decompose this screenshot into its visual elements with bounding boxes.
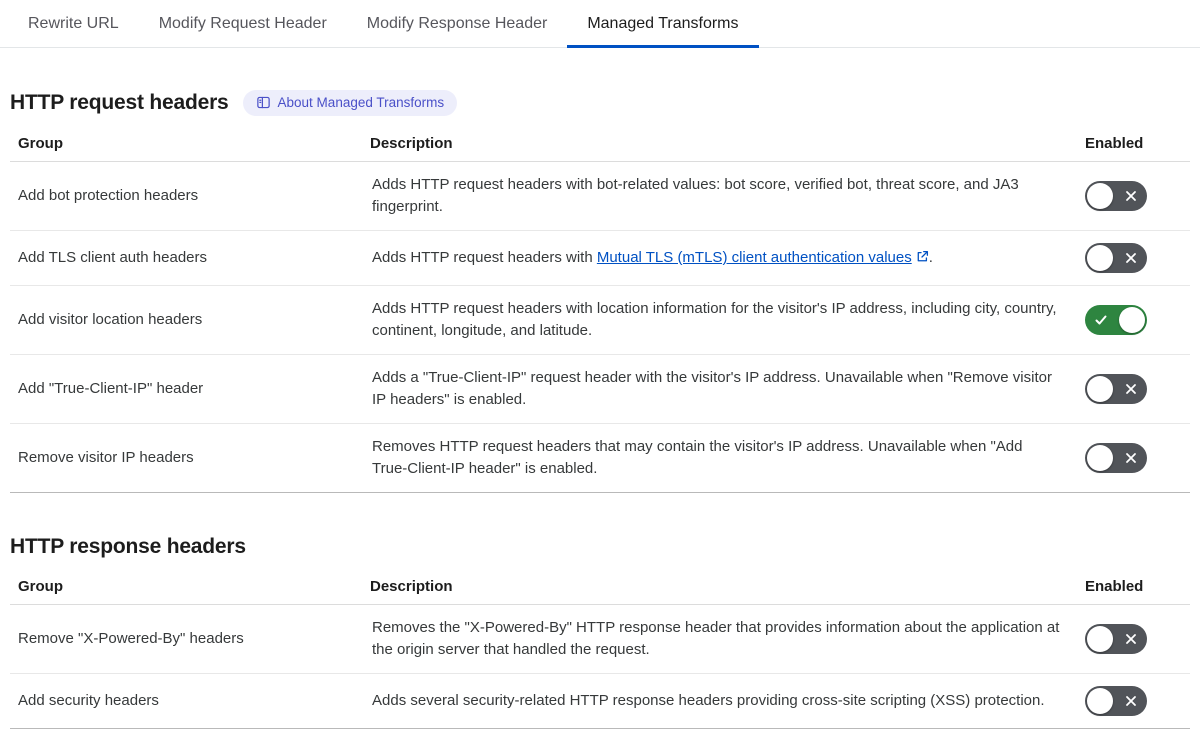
- table-header-row: Group Description Enabled: [10, 130, 1190, 162]
- x-icon: [1126, 634, 1136, 644]
- toggle-remove-x-powered-by[interactable]: [1085, 624, 1147, 654]
- table-row: Remove visitor IP headers Removes HTTP r…: [10, 424, 1190, 493]
- toggle-add-true-client-ip[interactable]: [1085, 374, 1147, 404]
- x-icon: [1126, 453, 1136, 463]
- table-row: Add visitor location headers Adds HTTP r…: [10, 286, 1190, 355]
- toggle-knob: [1119, 307, 1145, 333]
- toggle-knob: [1087, 445, 1113, 471]
- description-cell: Adds HTTP request headers with location …: [372, 300, 1057, 339]
- toggle-knob: [1087, 245, 1113, 271]
- tab-modify-request-header[interactable]: Modify Request Header: [139, 0, 347, 47]
- toggle-add-security-headers[interactable]: [1085, 686, 1147, 716]
- toggle-knob: [1087, 183, 1113, 209]
- tab-managed-transforms[interactable]: Managed Transforms: [567, 0, 759, 48]
- group-cell: Add visitor location headers: [18, 311, 203, 328]
- transform-rules-tabbar: Rewrite URL Modify Request Header Modify…: [0, 0, 1200, 48]
- toggle-knob: [1087, 376, 1113, 402]
- tab-modify-response-header[interactable]: Modify Response Header: [347, 0, 568, 47]
- response-headers-table: Group Description Enabled Remove "X-Powe…: [10, 573, 1190, 729]
- description-cell: Adds HTTP request headers with Mutual TL…: [370, 247, 1085, 269]
- description-text: .: [928, 249, 933, 266]
- group-cell: Remove "X-Powered-By" headers: [18, 630, 244, 647]
- toggle-add-visitor-location[interactable]: [1085, 305, 1147, 335]
- table-row: Add "True-Client-IP" header Adds a "True…: [10, 355, 1190, 424]
- description-cell: Adds a "True-Client-IP" request header w…: [372, 369, 1052, 408]
- column-header-group: Group: [18, 578, 63, 595]
- table-row: Remove "X-Powered-By" headers Removes th…: [10, 605, 1190, 674]
- table-header-row: Group Description Enabled: [10, 573, 1190, 605]
- external-link-icon: [917, 250, 928, 262]
- group-cell: Add "True-Client-IP" header: [18, 380, 204, 397]
- description-cell: Removes HTTP request headers that may co…: [372, 438, 1023, 477]
- badge-label: About Managed Transforms: [277, 95, 445, 110]
- description-cell: Adds HTTP request headers with bot-relat…: [372, 176, 1019, 215]
- column-header-description: Description: [370, 578, 453, 595]
- column-header-description: Description: [370, 135, 453, 152]
- about-managed-transforms-link[interactable]: About Managed Transforms: [242, 90, 458, 116]
- group-cell: Add TLS client auth headers: [18, 249, 208, 266]
- table-row: Add bot protection headers Adds HTTP req…: [10, 162, 1190, 231]
- description-text: Adds HTTP request headers with: [372, 249, 597, 266]
- group-cell: Remove visitor IP headers: [18, 449, 194, 466]
- column-header-enabled: Enabled: [1085, 578, 1144, 595]
- toggle-add-bot-protection[interactable]: [1085, 181, 1147, 211]
- x-icon: [1126, 253, 1136, 263]
- group-cell: Add security headers: [18, 692, 159, 709]
- x-icon: [1126, 696, 1136, 706]
- mtls-docs-link[interactable]: Mutual TLS (mTLS) client authentication …: [597, 249, 912, 266]
- table-row: Add TLS client auth headers Adds HTTP re…: [10, 231, 1190, 286]
- x-icon: [1126, 384, 1136, 394]
- toggle-add-tls-client-auth[interactable]: [1085, 243, 1147, 273]
- check-icon: [1095, 315, 1107, 325]
- description-cell: Removes the "X-Powered-By" HTTP response…: [372, 619, 1060, 658]
- group-cell: Add bot protection headers: [18, 187, 199, 204]
- book-icon: [256, 95, 271, 110]
- toggle-knob: [1087, 626, 1113, 652]
- toggle-remove-visitor-ip[interactable]: [1085, 443, 1147, 473]
- toggle-knob: [1087, 688, 1113, 714]
- x-icon: [1126, 191, 1136, 201]
- column-header-group: Group: [18, 135, 63, 152]
- table-row: Add security headers Adds several securi…: [10, 674, 1190, 729]
- column-header-enabled: Enabled: [1085, 135, 1144, 152]
- response-headers-title: HTTP response headers: [10, 535, 246, 558]
- request-headers-table: Group Description Enabled Add bot protec…: [10, 130, 1190, 493]
- tab-rewrite-url[interactable]: Rewrite URL: [8, 0, 139, 47]
- description-cell: Adds several security-related HTTP respo…: [372, 692, 1045, 709]
- request-headers-title: HTTP request headers: [10, 91, 229, 114]
